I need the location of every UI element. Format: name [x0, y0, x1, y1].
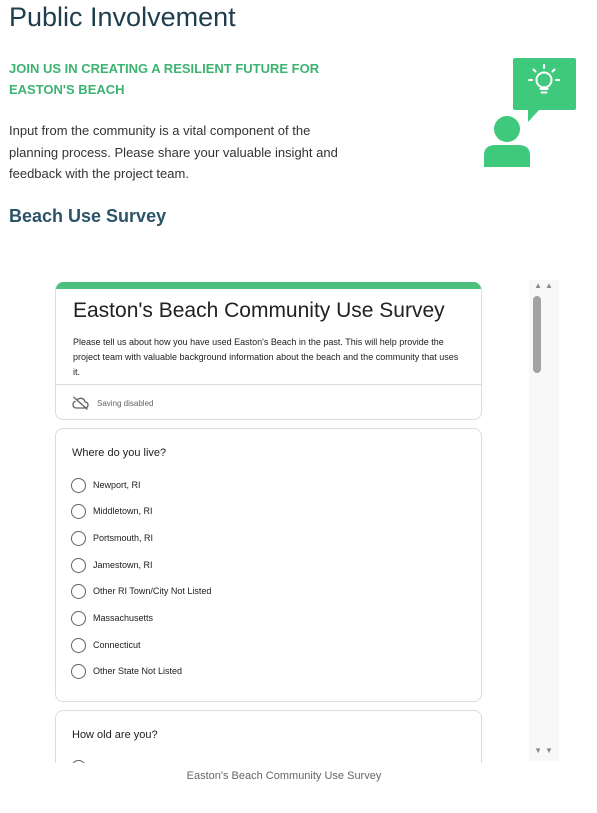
radio-button[interactable]	[71, 637, 86, 653]
radio-button[interactable]	[71, 583, 86, 599]
option-label: Connecticut	[93, 640, 141, 650]
option-label: Jamestown, RI	[93, 560, 153, 570]
form-header-accent	[56, 282, 481, 289]
page-subheading: JOIN US IN CREATING A RESILIENT FUTURE F…	[9, 61, 320, 97]
option-newport[interactable]: Newport, RI	[71, 477, 141, 493]
option-middletown[interactable]: Middletown, RI	[71, 503, 153, 519]
option-portsmouth[interactable]: Portsmouth, RI	[71, 530, 153, 546]
option-label: Other State Not Listed	[93, 666, 183, 676]
option-label: Middletown, RI	[93, 506, 153, 516]
saving-status: Saving disabled	[72, 395, 153, 411]
intro-text: Input from the community is a vital comp…	[9, 123, 338, 181]
embed-scrollbar-thumb[interactable]	[533, 296, 541, 373]
form-description: Please tell us about how you have used E…	[73, 337, 459, 377]
cloud-off-icon	[72, 396, 89, 410]
form-header-divider	[56, 384, 481, 385]
feedback-illustration	[484, 58, 576, 167]
form-title: Easton's Beach Community Use Survey	[73, 299, 445, 322]
option-age-first[interactable]	[71, 759, 86, 763]
survey-embed-frame: Easton's Beach Community Use Survey Plea…	[52, 278, 562, 763]
radio-button[interactable]	[71, 503, 86, 519]
radio-button[interactable]	[71, 557, 86, 573]
radio-button[interactable]	[71, 759, 86, 763]
option-massachusetts[interactable]: Massachusetts	[71, 610, 153, 626]
scroll-down-arrows-icon[interactable]: ▼▼	[532, 745, 558, 757]
question-card-residence: Where do you live? Newport, RI Middletow…	[55, 428, 482, 702]
option-label: Newport, RI	[93, 480, 141, 490]
option-other-ri-town[interactable]: Other RI Town/City Not Listed	[71, 583, 211, 599]
option-label: Other RI Town/City Not Listed	[93, 586, 212, 596]
survey-caption: Easton's Beach Community Use Survey	[186, 770, 382, 782]
saving-status-label: Saving disabled	[97, 398, 154, 408]
option-jamestown[interactable]: Jamestown, RI	[71, 557, 153, 573]
radio-button[interactable]	[71, 477, 86, 493]
question-card-age: How old are you?	[55, 710, 482, 763]
form-header-card: Easton's Beach Community Use Survey Plea…	[55, 282, 482, 420]
option-label: Portsmouth, RI	[93, 533, 154, 543]
radio-button[interactable]	[71, 610, 86, 626]
option-label: Massachusetts	[93, 613, 154, 623]
person-icon	[484, 116, 530, 167]
radio-button[interactable]	[71, 530, 86, 546]
question-title: Where do you live?	[72, 447, 167, 459]
option-other-state[interactable]: Other State Not Listed	[71, 663, 182, 679]
radio-button[interactable]	[71, 663, 86, 679]
question-title: How old are you?	[72, 729, 158, 741]
scroll-up-arrows-icon[interactable]: ▲▲	[532, 280, 558, 292]
option-connecticut[interactable]: Connecticut	[71, 637, 141, 653]
page-title: Public Involvement	[9, 2, 236, 32]
section-title: Beach Use Survey	[9, 206, 167, 226]
